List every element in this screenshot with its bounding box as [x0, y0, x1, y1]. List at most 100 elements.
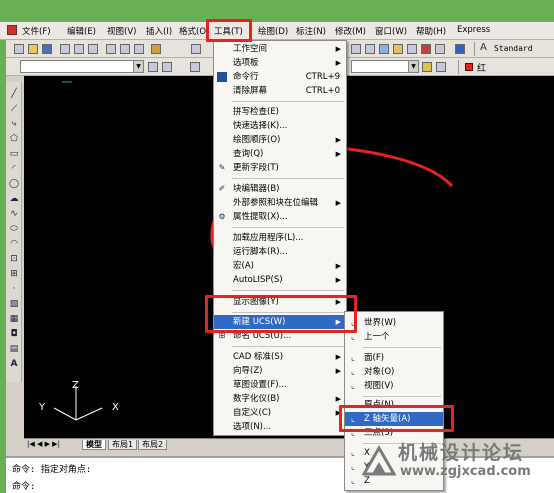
menu-item-quick-select[interactable]: 快速选择(K)...: [214, 119, 346, 133]
tools-menu: 工作空间 ▶ 选项板 ▶ 命令行 CTRL+9 清除屏幕 CTRL+0 拼写检查(E) …: [213, 40, 347, 436]
tab-model[interactable]: 模型: [82, 440, 106, 450]
menu-item-options[interactable]: 选项(N)...: [214, 420, 346, 434]
menu-separator: [232, 227, 344, 228]
multiline-text-icon[interactable]: A: [8, 358, 20, 370]
menu-item-macro[interactable]: 宏(A) ▶: [214, 259, 346, 273]
layer-previous-icon[interactable]: [436, 62, 446, 72]
menu-item-block-editor[interactable]: ✐ 块编辑器(B): [214, 182, 346, 196]
point-icon[interactable]: ·: [8, 283, 20, 295]
new-file-icon[interactable]: [14, 44, 24, 54]
menu-item-workspace[interactable]: 工作空间 ▶: [214, 42, 346, 56]
copy-icon[interactable]: [120, 44, 130, 54]
menu-item-cad-standards[interactable]: CAD 标准(S) ▶: [214, 350, 346, 364]
arc-icon[interactable]: ◜: [8, 163, 20, 175]
menu-item-load-application[interactable]: 加载应用程序(L)...: [214, 231, 346, 245]
revision-cloud-icon[interactable]: ☁: [8, 193, 20, 205]
workspace-settings-icon[interactable]: [148, 62, 158, 72]
menu-edit[interactable]: 编辑(E): [67, 25, 96, 37]
ucs-item-face[interactable]: ⌞ 面(F): [345, 351, 443, 365]
toolbar-divider: [474, 42, 475, 56]
help-icon[interactable]: [455, 44, 465, 54]
menu-item-run-script[interactable]: 运行脚本(R)...: [214, 245, 346, 259]
sheet-set-icon[interactable]: [421, 44, 431, 54]
rectangle-icon[interactable]: ▭: [8, 148, 20, 160]
menu-item-spell-check[interactable]: 拼写检查(E): [214, 105, 346, 119]
ucs-item-previous[interactable]: ⌞ 上一个: [345, 330, 443, 344]
match-properties-icon[interactable]: [151, 44, 161, 54]
menu-view[interactable]: 视图(V): [107, 25, 136, 37]
insert-block-icon[interactable]: ⊡: [8, 253, 20, 265]
tab-layout1[interactable]: 布局1: [108, 440, 138, 450]
toolbar-icon-a[interactable]: [351, 44, 361, 54]
menu-file[interactable]: 文件(F): [22, 25, 51, 37]
menu-item-customize[interactable]: 自定义(C) ▶: [214, 406, 346, 420]
markup-icon[interactable]: [435, 44, 445, 54]
spline-icon[interactable]: ∿: [8, 208, 20, 220]
watermark-logo-icon: [362, 444, 396, 476]
menu-insert[interactable]: 插入(I): [146, 25, 172, 37]
tool-palette-icon[interactable]: [407, 44, 417, 54]
menu-modify[interactable]: 修改(M): [335, 25, 366, 37]
polygon-icon[interactable]: ⬠: [8, 133, 20, 145]
menu-item-command-line[interactable]: 命令行 CTRL+9: [214, 70, 346, 84]
menu-help[interactable]: 帮助(H): [416, 25, 446, 37]
menu-format[interactable]: 格式(O): [179, 25, 209, 37]
menu-item-attribute-extract[interactable]: ⚙ 属性提取(X)...: [214, 210, 346, 224]
menu-item-tablet[interactable]: 数字化仪(B) ▶: [214, 392, 346, 406]
ucs-item-view[interactable]: ⌞ 视图(V): [345, 379, 443, 393]
properties-icon[interactable]: [379, 44, 389, 54]
menu-item-palettes[interactable]: 选项板 ▶: [214, 56, 346, 70]
open-file-icon[interactable]: [28, 44, 38, 54]
menu-item-draw-order[interactable]: 绘图顺序(O) ▶: [214, 133, 346, 147]
layer-manager-icon[interactable]: [190, 62, 200, 72]
layer-combo[interactable]: ▼: [351, 60, 419, 73]
line-icon[interactable]: ╱: [8, 88, 20, 100]
ellipse-icon[interactable]: ⬭: [8, 223, 20, 235]
circle-icon[interactable]: ◯: [8, 178, 20, 190]
table-icon[interactable]: ▤: [8, 343, 20, 355]
ucs-item-object[interactable]: ⌞ 对象(O): [345, 365, 443, 379]
ucs-item-world[interactable]: ⌞ 世界(W): [345, 316, 443, 330]
construction-line-icon[interactable]: ⟋: [8, 103, 20, 115]
menu-window[interactable]: 窗口(W): [375, 25, 407, 37]
annotation-box-tools: [206, 19, 252, 42]
current-color-label[interactable]: 红: [477, 61, 486, 74]
make-current-layer-icon[interactable]: [422, 62, 432, 72]
menu-item-inquiry[interactable]: 查询(Q) ▶: [214, 147, 346, 161]
app-icon: [7, 25, 17, 35]
tab-layout2[interactable]: 布局2: [138, 440, 168, 450]
paste-icon[interactable]: [134, 44, 144, 54]
menu-item-wizards[interactable]: 向导(Z) ▶: [214, 364, 346, 378]
toolbar-icon-b[interactable]: [365, 44, 375, 54]
preview-icon[interactable]: [74, 44, 84, 54]
design-center-icon[interactable]: [393, 44, 403, 54]
tab-nav-arrows[interactable]: |◀ ◀ ▶ ▶|: [27, 440, 60, 448]
menu-dimension[interactable]: 标注(N): [296, 25, 326, 37]
menu-item-drafting-settings[interactable]: 草图设置(F)...: [214, 378, 346, 392]
update-fields-icon: ✎: [218, 163, 226, 172]
ucs-y-axis: [53, 407, 77, 421]
polyline-icon[interactable]: ⤷: [8, 118, 20, 130]
draw-toolbar: ╱ ⟋ ⤷ ⬠ ▭ ◜ ◯ ☁ ∿ ⬭ ◠ ⊡ ⊞ · ▧ ▦ ◘ ▤ A: [6, 82, 22, 382]
menu-item-update-fields[interactable]: ✎ 更新字段(T): [214, 161, 346, 175]
publish-icon[interactable]: [88, 44, 98, 54]
region-icon[interactable]: ◘: [8, 328, 20, 340]
cut-icon[interactable]: [106, 44, 116, 54]
block-editor-icon: ✐: [218, 184, 226, 193]
menu-express[interactable]: Express: [457, 25, 490, 35]
command-line-icon: [217, 72, 227, 82]
menu-draw[interactable]: 绘图(D): [258, 25, 288, 37]
print-icon[interactable]: [60, 44, 70, 54]
hatch-icon[interactable]: ▧: [8, 298, 20, 310]
save-icon[interactable]: [42, 44, 52, 54]
text-style-icon[interactable]: A: [480, 42, 487, 53]
menu-item-autolisp[interactable]: AutoLISP(S) ▶: [214, 273, 346, 287]
menu-item-clean-screen[interactable]: 清除屏幕 CTRL+0: [214, 84, 346, 98]
gradient-icon[interactable]: ▦: [8, 313, 20, 325]
workspace-combo[interactable]: ▼: [20, 60, 144, 73]
pencil-icon[interactable]: [191, 44, 201, 54]
make-block-icon[interactable]: ⊞: [8, 268, 20, 280]
workspace-save-icon[interactable]: [162, 62, 172, 72]
menu-item-xref-edit[interactable]: 外部参照和块在位编辑 ▶: [214, 196, 346, 210]
ellipse-arc-icon[interactable]: ◠: [8, 238, 20, 250]
